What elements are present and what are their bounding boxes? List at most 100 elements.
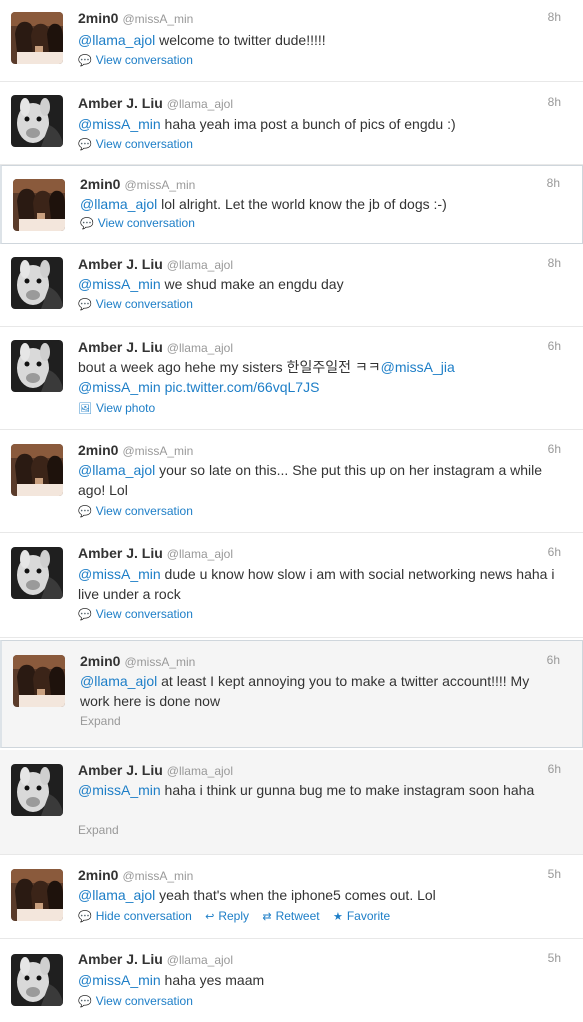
tweet-timeline: 2min0 @missA_min 8h @llama_ajol welcome t… (0, 0, 583, 1022)
reply-icon: ↩ (205, 911, 215, 923)
tweet-item[interactable]: Amber J. Liu @llama_ajol 5h @missA_min ha… (0, 938, 583, 1022)
author-handle[interactable]: @llama_ajol (167, 341, 233, 355)
avatar[interactable] (11, 869, 63, 921)
mention-link[interactable]: @llama_ajol (80, 673, 157, 689)
author-handle[interactable]: @missA_min (122, 444, 193, 458)
avatar[interactable] (11, 547, 63, 599)
avatar[interactable] (11, 95, 63, 147)
author-handle[interactable]: @llama_ajol (167, 764, 233, 778)
view-photo-link[interactable]: View photo (96, 401, 155, 415)
tweet-item[interactable]: 2min0 @missA_min 6h @llama_ajol at least … (0, 640, 583, 748)
tweet-item[interactable]: 2min0 @missA_min 8h @llama_ajol lol alrig… (0, 165, 583, 244)
timestamp[interactable]: 8h (548, 10, 561, 24)
mention-link[interactable]: @llama_ajol (78, 32, 155, 48)
author-name[interactable]: 2min0 (78, 442, 118, 458)
view-conversation-link[interactable]: View conversation (96, 994, 193, 1008)
favorite-icon: ★ (332, 911, 343, 923)
author-name[interactable]: Amber J. Liu (78, 762, 163, 778)
mention-link[interactable]: @llama_ajol (78, 887, 155, 903)
tweet-item[interactable]: Amber J. Liu @llama_ajol 6h @missA_min du… (0, 533, 583, 638)
avatar[interactable] (11, 954, 63, 1006)
mention-link[interactable]: @missA_min (78, 116, 161, 132)
mention-link[interactable]: @missA_min (78, 972, 161, 988)
mention-link[interactable]: @missA_min (78, 566, 161, 582)
author-handle[interactable]: @missA_min (124, 655, 195, 669)
avatar[interactable] (11, 340, 63, 392)
timestamp[interactable]: 8h (548, 256, 561, 270)
view-conversation-link[interactable]: View conversation (96, 53, 193, 67)
author-handle[interactable]: @llama_ajol (167, 258, 233, 272)
timestamp[interactable]: 5h (548, 867, 561, 881)
timestamp[interactable]: 5h (548, 951, 561, 965)
tweet-item[interactable]: 2min0 @missA_min 6h @llama_ajol your so l… (0, 430, 583, 533)
author-handle[interactable]: @llama_ajol (167, 547, 233, 561)
mention-link[interactable]: @missA_jia (381, 359, 455, 375)
mention-link[interactable]: @missA_min (78, 379, 161, 395)
tweet-actions: 💬 Hide conversation ↩ Reply ⇄ Retweet ★ Favo… (78, 909, 400, 923)
avatar[interactable] (11, 12, 63, 64)
mention-link[interactable]: @llama_ajol (80, 196, 157, 212)
tweet-item[interactable]: Amber J. Liu @llama_ajol 8h @missA_min ha… (0, 82, 583, 165)
avatar[interactable] (11, 257, 63, 309)
author-handle[interactable]: @llama_ajol (167, 953, 233, 967)
reply-button[interactable]: ↩ Reply (205, 909, 249, 923)
photo-link[interactable]: pic.twitter.com/66vqL7JS (165, 379, 320, 395)
tweet-item[interactable]: Amber J. Liu @llama_ajol 6h @missA_min ha… (0, 750, 583, 855)
tweet-item[interactable]: 2min0 @missA_min 5h @llama_ajol yeah that… (0, 855, 583, 938)
timestamp[interactable]: 8h (548, 95, 561, 109)
tweet-item[interactable]: 2min0 @missA_min 8h @llama_ajol welcome t… (0, 0, 583, 82)
avatar[interactable] (11, 444, 63, 496)
hide-conversation-button[interactable]: 💬 Hide conversation (78, 909, 192, 923)
conversation-icon: 💬 (80, 218, 94, 230)
tweet-header: Amber J. Liu @llama_ajol 6h (78, 762, 573, 780)
timestamp[interactable]: 6h (548, 442, 561, 456)
author-name[interactable]: Amber J. Liu (78, 339, 163, 355)
mention-link[interactable]: @llama_ajol (78, 462, 155, 478)
timestamp[interactable]: 6h (548, 545, 561, 559)
view-conversation-link[interactable]: View conversation (96, 504, 193, 518)
author-handle[interactable]: @llama_ajol (167, 97, 233, 111)
author-name[interactable]: 2min0 (78, 867, 118, 883)
author-handle[interactable]: @missA_min (124, 178, 195, 192)
timestamp[interactable]: 6h (547, 653, 560, 667)
tweet-actions: Expand (78, 823, 119, 837)
tweet-header: Amber J. Liu @llama_ajol 8h (78, 95, 573, 113)
author-name[interactable]: Amber J. Liu (78, 95, 163, 111)
avatar[interactable] (13, 655, 65, 707)
tweet-text: @missA_min we shud make an engdu day (78, 276, 344, 292)
tweet-header: Amber J. Liu @llama_ajol 6h (78, 339, 573, 357)
view-conversation-link[interactable]: View conversation (96, 137, 193, 151)
expand-link[interactable]: Expand (78, 823, 119, 837)
author-handle[interactable]: @missA_min (122, 869, 193, 883)
retweet-button[interactable]: ⇄ Retweet (262, 909, 319, 923)
tweet-header: Amber J. Liu @llama_ajol 8h (78, 256, 573, 274)
tweet-item[interactable]: Amber J. Liu @llama_ajol 6h bout a week a… (0, 327, 583, 430)
expand-link[interactable]: Expand (80, 714, 121, 728)
mention-link[interactable]: @missA_min (78, 782, 161, 798)
author-name[interactable]: Amber J. Liu (78, 951, 163, 967)
author-name[interactable]: 2min0 (80, 176, 120, 192)
favorite-button[interactable]: ★ Favorite (333, 909, 390, 923)
view-conversation-link[interactable]: View conversation (96, 607, 193, 621)
avatar[interactable] (13, 179, 65, 231)
author-name[interactable]: Amber J. Liu (78, 545, 163, 561)
tweet-actions: 🖼 View photo (78, 401, 155, 415)
author-name[interactable]: 2min0 (78, 10, 118, 26)
mention-link[interactable]: @missA_min (78, 276, 161, 292)
view-conversation-link[interactable]: View conversation (98, 216, 195, 230)
tweet-actions: 💬 View conversation (78, 297, 193, 311)
avatar[interactable] (11, 764, 63, 816)
tweet-text: @missA_min dude u know how slow i am wit… (78, 566, 555, 602)
author-handle[interactable]: @missA_min (122, 12, 193, 26)
tweet-actions: 💬 View conversation (80, 216, 195, 230)
timestamp[interactable]: 6h (548, 339, 561, 353)
author-name[interactable]: Amber J. Liu (78, 256, 163, 272)
photo-icon: 🖼 (78, 403, 92, 415)
tweet-text: @missA_min haha yes maam (78, 972, 265, 988)
view-conversation-link[interactable]: View conversation (96, 297, 193, 311)
timestamp[interactable]: 6h (548, 762, 561, 776)
retweet-icon: ⇄ (262, 911, 272, 923)
author-name[interactable]: 2min0 (80, 653, 120, 669)
timestamp[interactable]: 8h (547, 176, 560, 190)
tweet-item[interactable]: Amber J. Liu @llama_ajol 8h @missA_min we… (0, 244, 583, 327)
